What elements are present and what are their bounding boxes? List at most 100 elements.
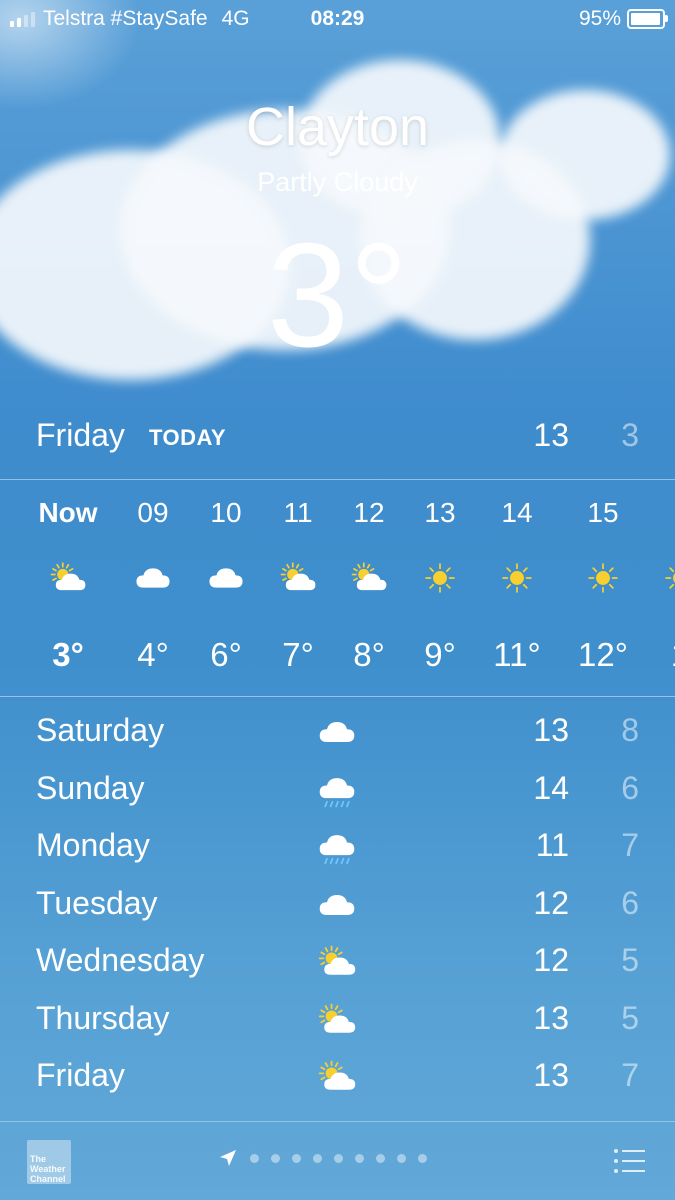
day-high: 11 — [535, 827, 569, 863]
page-dot[interactable] — [250, 1153, 259, 1163]
page-dot[interactable] — [397, 1153, 406, 1163]
day-low: 5 — [621, 942, 639, 978]
list-icon[interactable] — [613, 1148, 645, 1174]
sun-icon — [660, 558, 675, 598]
hour-column: 1 — [640, 480, 675, 696]
current-condition: Partly Cloudy — [257, 167, 418, 197]
partly-cloudy-icon — [314, 942, 360, 982]
page-dot[interactable] — [418, 1153, 427, 1163]
hour-temperature: 9° — [424, 636, 456, 673]
today-high: 13 — [533, 417, 569, 453]
day-name: Friday — [36, 1057, 125, 1093]
hour-column: 13 9° — [400, 480, 480, 696]
day-low: 6 — [621, 769, 639, 806]
cloud-icon — [206, 558, 246, 598]
page-dot[interactable] — [355, 1153, 364, 1163]
cloud-icon — [314, 885, 360, 925]
day-low: 7 — [621, 827, 639, 863]
page-dot[interactable] — [334, 1153, 343, 1163]
battery-fill — [631, 13, 660, 25]
sun-icon — [420, 558, 460, 598]
hour-time: 11 — [283, 497, 313, 528]
daily-row: Monday 11 7 — [36, 821, 639, 879]
page-dot[interactable] — [376, 1153, 385, 1163]
hour-column: 10 6° — [186, 480, 266, 696]
hour-temperature: 12° — [578, 636, 628, 673]
hour-temperature: 4° — [137, 636, 169, 673]
day-high: 13 — [533, 999, 569, 1036]
day-name: Thursday — [36, 999, 170, 1036]
day-name: Wednesday — [36, 942, 205, 978]
rain-icon — [314, 827, 360, 867]
today-tag: TODAY — [149, 425, 227, 450]
today-day: Friday — [36, 417, 125, 453]
location-arrow-icon[interactable] — [218, 1148, 238, 1168]
day-low: 7 — [621, 1057, 639, 1093]
page-dot[interactable] — [313, 1153, 322, 1163]
page-indicator[interactable] — [218, 1148, 427, 1168]
day-low: 5 — [621, 999, 639, 1036]
partly-cloudy-icon — [314, 1057, 360, 1097]
city-name: Clayton — [245, 97, 430, 157]
daily-forecast[interactable]: Saturday 13 8 Sunday 14 6 Monday 11 7 Tuesday 12 6 W… — [36, 706, 639, 1109]
day-high: 14 — [533, 769, 569, 806]
bottom-toolbar: The Weather Channel — [0, 1122, 675, 1200]
sun-icon — [583, 558, 623, 598]
hour-column: Now 3° — [28, 480, 108, 696]
page-dot[interactable] — [271, 1153, 280, 1163]
hour-temperature: 3° — [52, 636, 84, 673]
hour-time: 12 — [353, 497, 385, 528]
hour-time: 14 — [501, 497, 533, 528]
hour-column: 11 7° — [258, 480, 338, 696]
weather-channel-logo[interactable]: The Weather Channel — [27, 1140, 71, 1184]
divider — [0, 696, 675, 697]
day-high: 13 — [533, 1057, 569, 1093]
partly-cloudy-icon — [349, 558, 389, 598]
hour-time: 13 — [424, 497, 456, 528]
hour-time: Now — [38, 497, 98, 528]
hour-temperature: 11° — [493, 636, 541, 673]
page-dot[interactable] — [292, 1153, 301, 1163]
hour-column: 12 8° — [329, 480, 409, 696]
day-name: Saturday — [36, 712, 165, 748]
partly-cloudy-icon — [48, 558, 88, 598]
status-right: 95% — [578, 7, 668, 31]
day-high: 12 — [533, 942, 569, 978]
hour-column: 09 4° — [113, 480, 193, 696]
partly-cloudy-icon — [314, 1000, 360, 1040]
network-type: 4G — [221, 7, 250, 30]
day-high: 12 — [533, 884, 569, 921]
daily-row: Friday 13 7 — [36, 1051, 639, 1109]
cloud-icon — [314, 712, 360, 752]
current-temperature: 3° — [266, 213, 409, 378]
hour-column: 15 12° — [563, 480, 643, 696]
hour-time: 15 — [587, 497, 619, 528]
hourly-forecast[interactable]: Now 3° 09 4° 10 6° 11 7° 12 8° 13 9° 14 11° 15 12° 1 — [0, 480, 675, 696]
day-high: 13 — [533, 712, 569, 748]
hour-time: 10 — [210, 497, 242, 528]
daily-row: Tuesday 12 6 — [36, 879, 639, 937]
battery-icon — [627, 9, 668, 29]
signal-bar — [10, 21, 14, 27]
cloud-icon — [133, 558, 173, 598]
daily-row: Saturday 13 8 — [36, 706, 639, 764]
rain-icon — [314, 770, 360, 810]
hour-time: 09 — [137, 497, 169, 528]
status-left: Telstra #StaySafe 4G — [10, 7, 250, 31]
signal-bar — [17, 18, 21, 27]
signal-icon — [10, 11, 35, 27]
hour-temperature: 8° — [353, 636, 385, 673]
status-bar: Telstra #StaySafe 4G 08:29 95% — [0, 0, 675, 38]
signal-bar — [24, 15, 28, 27]
hour-temperature: 6° — [210, 636, 242, 673]
hour-temperature: 1 — [640, 636, 675, 674]
today-low: 3 — [621, 417, 639, 453]
day-low: 6 — [621, 884, 639, 921]
day-name: Tuesday — [36, 884, 158, 921]
sun-icon — [497, 558, 537, 598]
daily-row: Sunday 14 6 — [36, 764, 639, 822]
hour-temperature: 7° — [282, 636, 314, 673]
battery-percent: 95% — [578, 7, 621, 30]
partly-cloudy-icon — [278, 558, 318, 598]
signal-bar — [31, 12, 35, 27]
